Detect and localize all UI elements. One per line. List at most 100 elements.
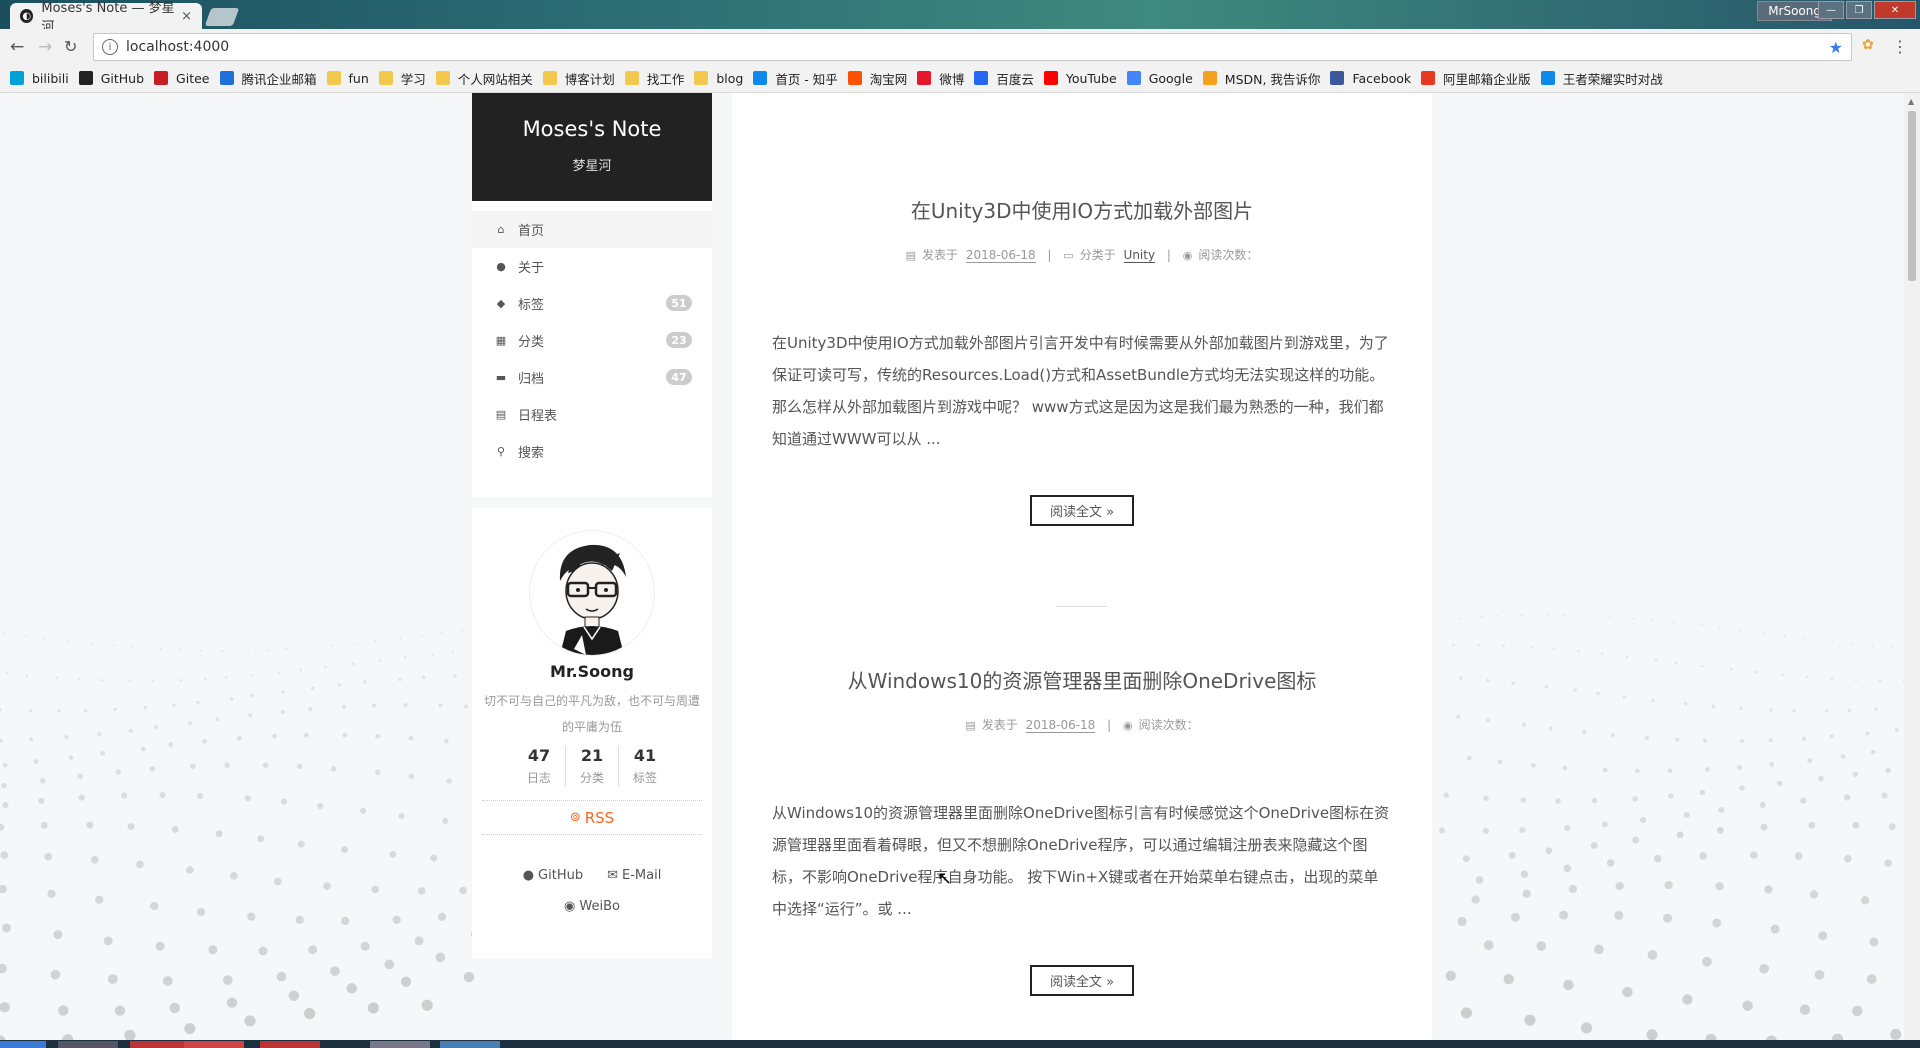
rss-link[interactable]: ⊚ RSS	[482, 800, 702, 835]
browser-tab[interactable]: ◐ Moses's Note — 梦星河 ×	[10, 1, 202, 35]
sidebar-item[interactable]: ● 关于	[472, 248, 712, 285]
github-link[interactable]: ● GitHub	[523, 868, 583, 883]
sidebar-item-label: 搜索	[518, 446, 545, 461]
archive-icon: ▬	[495, 371, 507, 384]
sidebar-item[interactable]: ◆ 标签 51	[472, 285, 712, 322]
bookmark-item[interactable]: bilibili	[10, 71, 69, 86]
sidebar-item-label: 关于	[518, 261, 545, 276]
bookmark-label: 王者荣耀实时对战	[1562, 71, 1663, 87]
bookmark-item[interactable]: blog	[694, 71, 743, 86]
post-date[interactable]: 2018-06-18	[965, 248, 1036, 263]
bookmark-item[interactable]: 个人网站相关	[435, 69, 533, 88]
bookmark-label: 找工作	[646, 71, 685, 87]
zhihu-icon	[1540, 71, 1555, 85]
bookmark-item[interactable]: 百度云	[974, 69, 1034, 88]
read-more-button[interactable]: 阅读全文 »	[1029, 495, 1135, 526]
folder-icon	[542, 71, 557, 85]
maximize-button[interactable]: ❐	[1846, 1, 1872, 19]
count-badge: 23	[666, 332, 692, 348]
url-text: localhost:4000	[126, 39, 230, 55]
bookmark-item[interactable]: 学习	[378, 69, 426, 88]
bookmark-item[interactable]: MSDN, 我告诉你	[1202, 69, 1321, 88]
bookmark-item[interactable]: GitHub	[78, 71, 144, 86]
weibo-label: WeiBo	[579, 899, 620, 914]
minimize-button[interactable]: —	[1818, 1, 1844, 19]
bookmark-item[interactable]: YouTube	[1043, 71, 1117, 86]
baidu-cloud-icon	[974, 71, 989, 85]
bookmark-item[interactable]: 找工作	[624, 69, 685, 88]
sidebar-item[interactable]: ▤ 日程表	[472, 396, 712, 433]
bookmark-item[interactable]: 微博	[917, 69, 964, 88]
address-bar[interactable]: i localhost:4000 ★	[93, 33, 1852, 61]
folder-icon	[624, 71, 639, 85]
envelope-icon: ✉	[607, 868, 618, 883]
rss-icon: ⊚	[569, 810, 581, 825]
forward-arrow-icon[interactable]: →	[38, 37, 52, 57]
weibo-icon	[917, 71, 932, 85]
bookmark-label: 淘宝网	[869, 71, 908, 87]
browser-toolbar: ← → ↻ i localhost:4000 ★ ✿ ⋮	[0, 29, 1920, 64]
post-date[interactable]: 2018-06-18	[1025, 718, 1096, 733]
email-link[interactable]: ✉ E-Mail	[607, 868, 661, 883]
stat-posts[interactable]: 47 日志	[513, 746, 565, 786]
bookmark-item[interactable]: Facebook	[1330, 71, 1411, 86]
author-profile: Mr.Soong 切不可与自己的平凡为敌，也不可与周遭的平庸为伍 47 日志 2…	[472, 508, 712, 958]
post-title[interactable]: 在Unity3D中使用IO方式加载外部图片	[732, 195, 1432, 224]
bookmark-item[interactable]: Google	[1126, 71, 1193, 86]
menu-kebab-icon[interactable]: ⋮	[1892, 37, 1908, 56]
bookmark-label: MSDN, 我告诉你	[1224, 71, 1321, 87]
reload-icon[interactable]: ↻	[64, 37, 77, 56]
count-badge: 51	[666, 295, 692, 311]
scrollbar-thumb[interactable]	[1908, 111, 1916, 281]
stat-label: 标签	[632, 771, 657, 785]
bookmark-item[interactable]: 首页 - 知乎	[753, 69, 838, 88]
new-tab-button[interactable]	[204, 8, 240, 26]
info-icon[interactable]: i	[102, 39, 118, 55]
bookmark-item[interactable]: 阿里邮箱企业版	[1421, 69, 1531, 88]
bookmark-star-icon[interactable]: ★	[1829, 38, 1843, 57]
tencent-mail-icon	[219, 71, 234, 85]
post-title[interactable]: 从Windows10的资源管理器里面删除OneDrive图标	[732, 665, 1432, 694]
page-scrollbar[interactable]: ▲	[1904, 93, 1920, 1040]
sidebar-item-label: 归档	[518, 372, 545, 387]
stat-label: 分类	[579, 771, 604, 785]
bookmark-label: bilibili	[32, 70, 69, 86]
category-label: 分类于	[1079, 248, 1116, 262]
stat-number: 41	[633, 746, 657, 765]
bookmark-item[interactable]: 王者荣耀实时对战	[1540, 69, 1663, 88]
sidebar-item-label: 标签	[518, 298, 545, 313]
post-category[interactable]: Unity	[1123, 248, 1156, 263]
sidebar-item[interactable]: ⚲ 搜索	[472, 433, 712, 470]
bookmark-item[interactable]: fun	[326, 71, 369, 86]
avatar-illustration	[530, 531, 654, 655]
read-more-button[interactable]: 阅读全文 »	[1029, 965, 1135, 996]
sidebar-item[interactable]: ▦ 分类 23	[472, 322, 712, 359]
bookmark-label: 腾讯企业邮箱	[241, 71, 317, 87]
folder-icon: ▭	[1063, 249, 1074, 262]
avatar	[529, 530, 655, 656]
bookmark-label: 首页 - 知乎	[775, 71, 838, 87]
site-title[interactable]: Moses's Note	[472, 117, 712, 141]
bookmarks-bar: bilibili GitHub Gitee 腾讯企业邮箱 fun 学习 个人网站相关 博客计划…	[0, 64, 1920, 93]
stat-tags[interactable]: 41 标签	[618, 746, 671, 786]
extension-icon[interactable]: ✿	[1862, 37, 1874, 53]
bookmark-item[interactable]: 淘宝网	[847, 69, 908, 88]
bookmark-item[interactable]: Gitee	[154, 71, 210, 86]
author-name: Mr.Soong	[550, 662, 634, 681]
sidebar-item[interactable]: ▬ 归档 47	[472, 359, 712, 396]
folder-icon	[694, 71, 709, 85]
sidebar-item[interactable]: ⌂ 首页	[472, 211, 712, 248]
bookmark-item[interactable]: 腾讯企业邮箱	[219, 69, 317, 88]
weibo-icon: ◉	[564, 899, 576, 914]
stat-categories[interactable]: 21 分类	[565, 746, 618, 786]
scroll-up-icon[interactable]: ▲	[1908, 97, 1914, 106]
weibo-link[interactable]: ◉ WeiBo	[564, 899, 620, 914]
ali-mail-icon	[1421, 71, 1436, 85]
back-arrow-icon[interactable]: ←	[10, 37, 24, 57]
close-window-button[interactable]: ✕	[1874, 1, 1916, 19]
github-label: GitHub	[538, 868, 584, 883]
gitee-icon	[154, 71, 169, 85]
tab-close-icon[interactable]: ×	[181, 9, 192, 24]
bookmark-item[interactable]: 博客计划	[542, 69, 615, 88]
calendar-icon: ▤	[965, 719, 976, 732]
